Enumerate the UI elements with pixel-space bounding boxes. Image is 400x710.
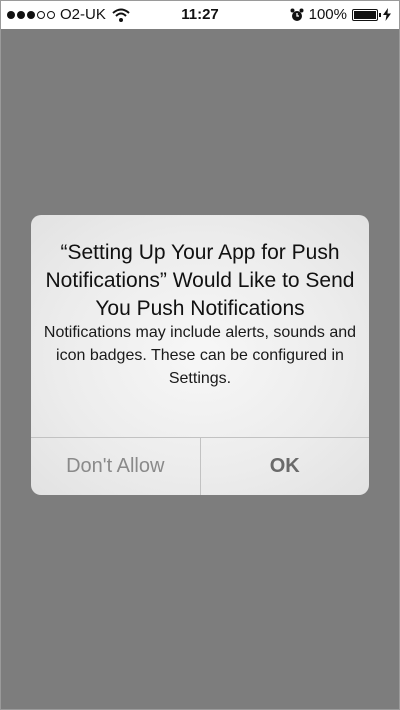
- ok-button[interactable]: OK: [201, 438, 370, 495]
- alert-title: “Setting Up Your App for Push Notificati…: [45, 241, 355, 320]
- push-notification-permission-alert: “Setting Up Your App for Push Notificati…: [31, 215, 369, 495]
- dont-allow-button[interactable]: Don't Allow: [31, 438, 201, 495]
- alert-message: Notifications may include alerts, sounds…: [43, 324, 357, 387]
- battery-percentage: 100%: [308, 6, 347, 23]
- alert-button-row: Don't Allow OK: [31, 437, 369, 495]
- status-right: 100%: [290, 6, 391, 23]
- alarm-clock-icon: [290, 8, 304, 21]
- battery-icon: [352, 8, 381, 21]
- status-bar: O2-UK 11:27 100%: [1, 1, 399, 29]
- phone-screen: O2-UK 11:27 100% “Setting Up Your App fo…: [0, 0, 400, 710]
- charging-bolt-icon: [383, 8, 391, 21]
- battery-fill: [354, 10, 376, 19]
